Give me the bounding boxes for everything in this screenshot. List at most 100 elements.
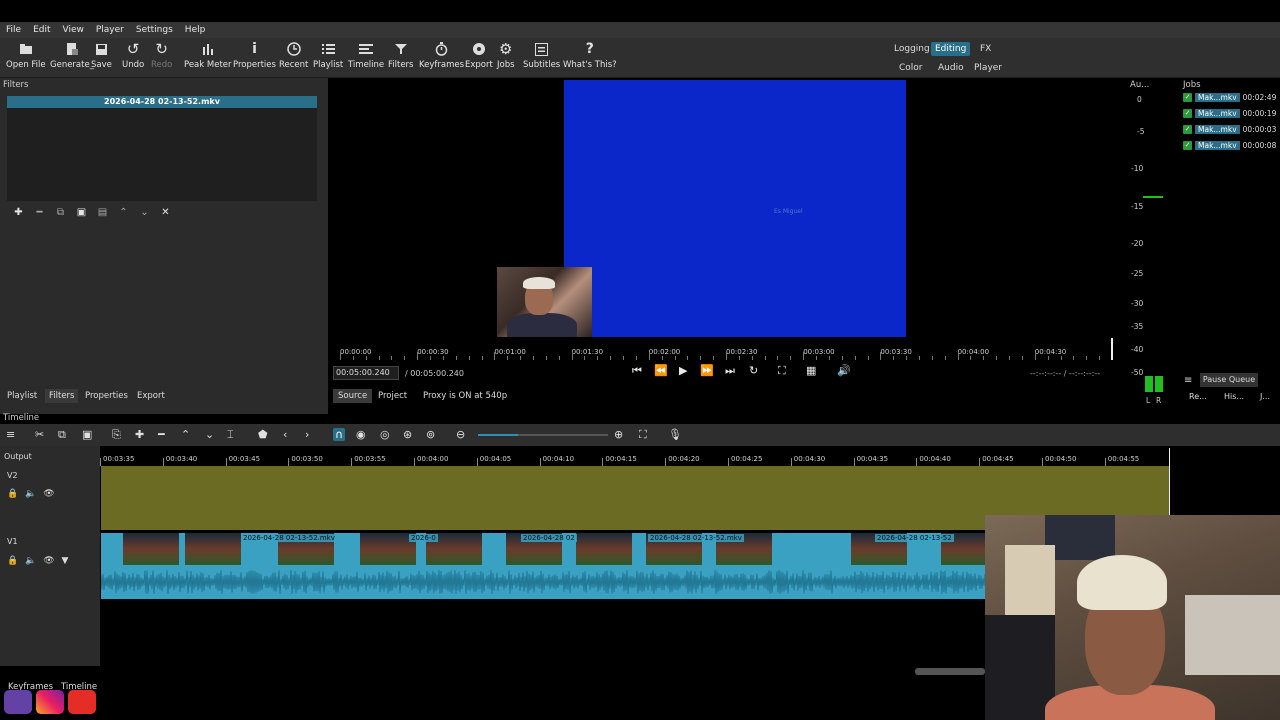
record-audio-icon[interactable]: 🎙 xyxy=(668,428,682,441)
pause-queue-button[interactable]: Pause Queue xyxy=(1200,373,1258,387)
jobs-menu-icon[interactable]: ≡ xyxy=(1184,375,1192,386)
lock-icon[interactable]: 🔒 xyxy=(7,556,18,566)
lift-icon[interactable]: ⌃ xyxy=(181,428,190,441)
append-icon[interactable]: ⎘ xyxy=(112,428,121,442)
menu-settings[interactable]: Settings xyxy=(130,25,179,35)
tab-playlist[interactable]: Playlist xyxy=(7,391,37,401)
add-icon[interactable]: ✚ xyxy=(135,428,144,441)
menu-player[interactable]: Player xyxy=(90,25,130,35)
fast-forward-icon[interactable]: ⏩ xyxy=(700,364,714,377)
filter-icon[interactable]: ▼ xyxy=(62,556,69,566)
deselect-filter-icon[interactable]: ✕ xyxy=(155,207,176,219)
ripple-markers-icon[interactable]: ⊚ xyxy=(426,428,435,441)
eye-icon[interactable]: 👁 xyxy=(43,556,54,566)
layout-audio[interactable]: Audio xyxy=(938,63,964,73)
paste-icon[interactable]: ▣ xyxy=(82,428,92,441)
clock-icon xyxy=(286,38,301,60)
lock-icon[interactable]: 🔒 xyxy=(7,489,18,499)
add-filter-icon[interactable]: ✚ xyxy=(8,207,29,219)
layout-player[interactable]: Player xyxy=(974,63,1002,73)
loop-icon[interactable]: ↻ xyxy=(749,364,758,377)
subtitles-button[interactable]: Subtitles xyxy=(523,38,560,78)
menu-help[interactable]: Help xyxy=(179,25,212,35)
copy-icon[interactable]: ⧉ xyxy=(58,428,66,442)
remove-filter-icon[interactable]: ━ xyxy=(29,207,50,219)
next-marker-icon[interactable]: › xyxy=(305,428,309,441)
layout-color[interactable]: Color xyxy=(899,63,923,73)
tab-recent[interactable]: Re... xyxy=(1189,392,1207,401)
tab-export[interactable]: Export xyxy=(137,391,165,401)
undo-button[interactable]: ↺ Undo xyxy=(122,38,144,78)
menu-edit[interactable]: Edit xyxy=(27,25,56,35)
tab-project[interactable]: Project xyxy=(378,391,407,401)
tab-history[interactable]: His... xyxy=(1224,392,1244,401)
ripple-all-icon[interactable]: ⊛ xyxy=(403,428,412,441)
zoom-out-icon[interactable]: ⊖ xyxy=(456,428,465,441)
move-up-icon[interactable]: ⌃ xyxy=(113,207,134,219)
layout-logging[interactable]: Logging xyxy=(894,44,930,54)
copy-filter-icon[interactable]: ⧉ xyxy=(50,207,71,219)
mute-icon[interactable]: 🔈 xyxy=(25,556,36,566)
position-timecode-input[interactable]: 00:05:00.240 xyxy=(333,366,399,380)
move-down-icon[interactable]: ⌄ xyxy=(134,207,155,219)
rewind-icon[interactable]: ⏪ xyxy=(654,364,668,377)
ripple-icon[interactable]: ◎ xyxy=(380,428,390,441)
player-playhead[interactable] xyxy=(1111,338,1113,360)
playlist-button[interactable]: Playlist xyxy=(313,38,343,78)
mute-icon[interactable]: 🔈 xyxy=(25,489,36,499)
job-row[interactable]: ✓ Mak...mkv 00:02:49 xyxy=(1183,91,1276,103)
timeline-zoom-slider[interactable] xyxy=(478,434,608,436)
skip-previous-icon[interactable]: ⏮ xyxy=(632,364,642,378)
snap-icon[interactable]: ∩ xyxy=(333,428,346,441)
split-icon[interactable]: ⌶ xyxy=(227,428,234,442)
save-preset-icon[interactable]: ▤ xyxy=(92,207,113,219)
grid-icon[interactable]: ▦ xyxy=(806,364,816,377)
previous-marker-icon[interactable]: ‹ xyxy=(283,428,287,441)
zoom-fit-timeline-icon[interactable]: ⛶ xyxy=(639,428,647,442)
remove-icon[interactable]: ━ xyxy=(158,428,165,441)
eye-icon[interactable]: 👁 xyxy=(43,489,54,499)
timeline-scrollbar[interactable] xyxy=(915,668,985,675)
job-row[interactable]: ✓ Mak...mkv 00:00:19 xyxy=(1183,107,1276,119)
video-preview[interactable]: Es Miguel xyxy=(497,80,954,337)
cut-icon[interactable]: ✂ xyxy=(35,428,44,441)
job-row[interactable]: ✓ Mak...mkv 00:00:03 xyxy=(1183,123,1276,135)
keyframes-button[interactable]: Keyframes xyxy=(419,38,464,78)
skip-next-icon[interactable]: ⏭ xyxy=(725,364,735,378)
open-file-label: Open File xyxy=(6,60,46,70)
whats-this-button[interactable]: ? What's This? xyxy=(563,38,617,78)
save-button[interactable]: Save xyxy=(91,38,112,78)
redo-button[interactable]: ↻ Redo xyxy=(151,38,172,78)
filters-button[interactable]: Filters xyxy=(388,38,413,78)
tab-filters[interactable]: Filters xyxy=(45,389,79,403)
properties-button[interactable]: i Properties xyxy=(233,38,276,78)
job-row[interactable]: ✓ Mak...mkv 00:00:08 xyxy=(1183,139,1276,151)
player-time-ruler[interactable]: 00:00:00 00:00:30 00:01:00 00:01:30 00:02:00… xyxy=(340,342,1120,360)
menu-view[interactable]: View xyxy=(57,25,90,35)
peak-meter-button[interactable]: Peak Meter xyxy=(184,38,232,78)
zoom-fit-icon[interactable]: ⛶ xyxy=(778,364,786,378)
track-v1-clip[interactable]: 2026-04-28 02-13-52.mkv 2026-0 2026-04-28 … xyxy=(101,533,997,599)
export-button[interactable]: Export xyxy=(465,38,493,78)
filters-list[interactable] xyxy=(7,96,317,201)
paste-filter-icon[interactable]: ▣ xyxy=(71,207,92,219)
volume-icon[interactable]: 🔊 xyxy=(837,364,851,377)
timeline-ruler[interactable]: 00:03:35 00:03:40 00:03:45 00:03:50 00:03:55… xyxy=(100,450,1170,466)
open-file-button[interactable]: Open File xyxy=(6,38,46,78)
recent-button[interactable]: Recent xyxy=(279,38,308,78)
timeline-menu-icon[interactable]: ≡ xyxy=(6,428,15,441)
zoom-in-icon[interactable]: ⊕ xyxy=(614,428,623,441)
timeline-button[interactable]: Timeline xyxy=(348,38,384,78)
tab-properties[interactable]: Properties xyxy=(85,391,128,401)
play-icon[interactable]: ▶ xyxy=(679,364,687,377)
menu-file[interactable]: File xyxy=(0,25,27,35)
layout-editing[interactable]: Editing xyxy=(931,42,971,56)
jobs-button[interactable]: ⚙ Jobs xyxy=(497,38,515,78)
layout-fx[interactable]: FX xyxy=(980,44,991,54)
tab-jobs[interactable]: J... xyxy=(1260,392,1270,401)
tab-source[interactable]: Source xyxy=(333,389,373,403)
scrub-icon[interactable]: ◉ xyxy=(356,428,366,441)
marker-icon[interactable]: ⬟ xyxy=(258,428,268,441)
generate-button[interactable]: Generate_ xyxy=(50,38,94,78)
overwrite-icon[interactable]: ⌄ xyxy=(205,428,214,441)
